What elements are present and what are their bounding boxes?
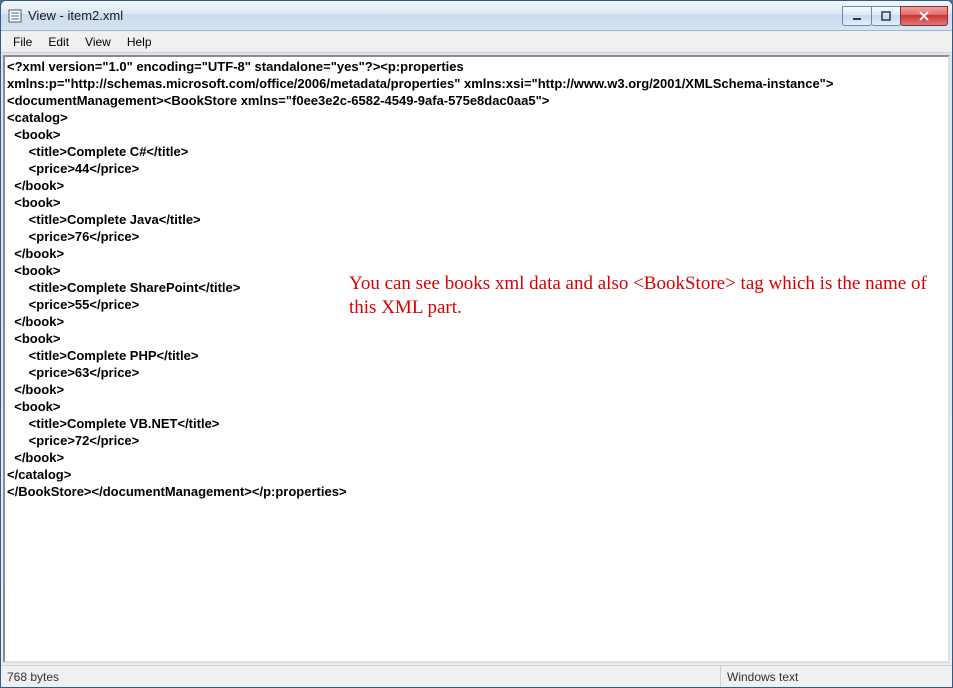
minimize-button[interactable] [842, 6, 872, 26]
window-controls [843, 6, 948, 26]
close-button[interactable] [900, 6, 948, 26]
app-window: View - item2.xml File Edit View Help <?x… [0, 0, 953, 688]
status-encoding: Windows text [721, 666, 952, 687]
menu-help[interactable]: Help [119, 33, 160, 51]
window-title: View - item2.xml [28, 8, 843, 23]
content-area: <?xml version="1.0" encoding="UTF-8" sta… [1, 53, 952, 665]
maximize-button[interactable] [871, 6, 901, 26]
menubar: File Edit View Help [1, 31, 952, 53]
statusbar: 768 bytes Windows text [1, 665, 952, 687]
text-viewer[interactable]: <?xml version="1.0" encoding="UTF-8" sta… [3, 55, 950, 663]
menu-file[interactable]: File [5, 33, 40, 51]
app-icon [7, 8, 23, 24]
annotation-text: You can see books xml data and also <Boo… [349, 272, 929, 320]
menu-view[interactable]: View [77, 33, 119, 51]
menu-edit[interactable]: Edit [40, 33, 77, 51]
titlebar[interactable]: View - item2.xml [1, 1, 952, 31]
status-size: 768 bytes [1, 666, 721, 687]
